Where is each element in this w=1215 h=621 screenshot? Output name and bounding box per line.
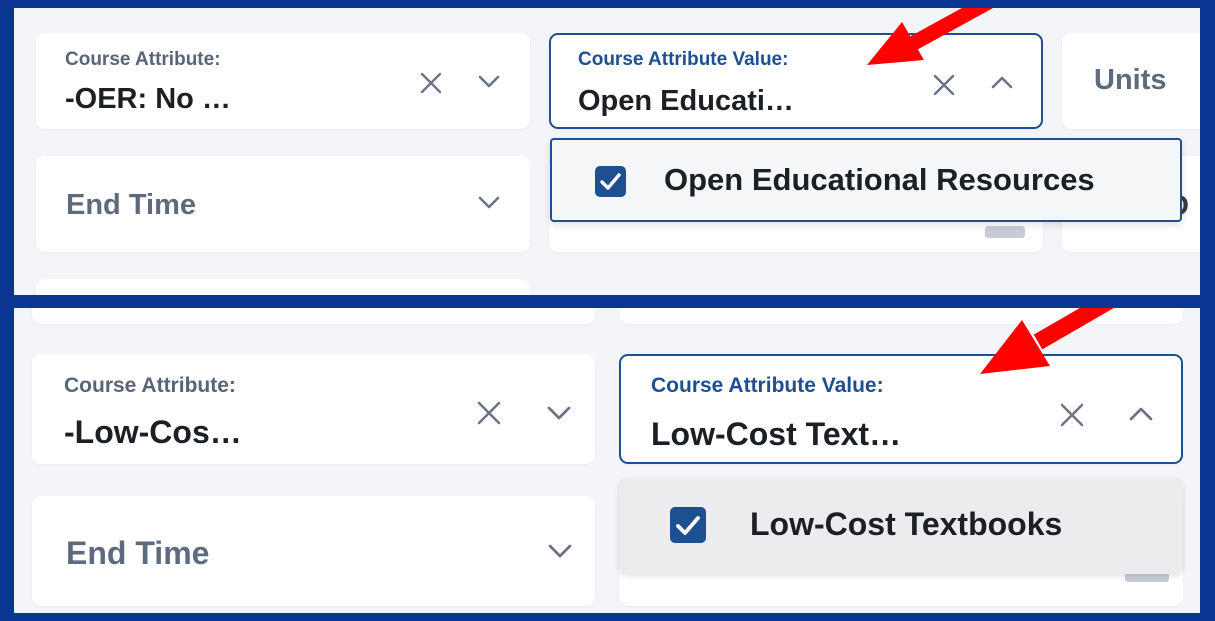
chevron-down-icon[interactable] (478, 75, 500, 89)
bottom-screenshot-panel: Course Attribute: -Low-Cos… Course Attri… (14, 308, 1200, 613)
course-attribute-value: -OER: No … (65, 83, 231, 115)
course-attribute-value-current: Low-Cost Text… (651, 416, 902, 452)
course-attribute-label: Course Attribute: (64, 374, 236, 397)
end-time-select[interactable]: End Time (36, 156, 530, 252)
attribute-value-dropdown: Low-Cost Textbooks (619, 478, 1183, 574)
course-attribute-value-label: Course Attribute Value: (578, 49, 789, 70)
end-time-placeholder: End Time (66, 189, 196, 221)
annotation-arrow (980, 308, 1114, 374)
next-row-card (36, 279, 530, 295)
course-attribute-select[interactable]: Course Attribute: -OER: No … (36, 33, 530, 129)
chevron-down-icon[interactable] (478, 196, 500, 210)
option-open-educational-resources[interactable]: Open Educational Resources (664, 162, 1095, 198)
annotation-arrow (867, 8, 994, 65)
course-attribute-select[interactable]: Course Attribute: -Low-Cos… (32, 354, 595, 464)
course-attribute-value-label: Course Attribute Value: (651, 374, 884, 397)
units-label: Units (1094, 64, 1167, 96)
prev-row-card-left (32, 308, 595, 324)
checkbox-checked-icon[interactable] (595, 166, 626, 197)
chevron-up-icon[interactable] (1129, 406, 1153, 421)
chevron-down-icon[interactable] (547, 406, 571, 421)
top-screenshot-panel: Course Attribute: -OER: No … Course Attr… (14, 8, 1200, 295)
checkbox-checked-icon[interactable] (670, 507, 706, 543)
option-low-cost-textbooks[interactable]: Low-Cost Textbooks (750, 506, 1062, 543)
end-time-placeholder: End Time (66, 535, 210, 571)
clear-icon[interactable] (1059, 402, 1085, 428)
clear-icon[interactable] (476, 400, 502, 426)
course-attribute-value: -Low-Cos… (64, 414, 242, 450)
units-select[interactable]: Units (1062, 33, 1200, 129)
partial-element (985, 226, 1025, 238)
chevron-down-icon[interactable] (548, 544, 572, 559)
attribute-value-dropdown: Open Educational Resources (550, 138, 1182, 222)
end-time-select[interactable]: End Time (32, 496, 595, 606)
course-attribute-label: Course Attribute: (65, 49, 221, 70)
clear-icon[interactable] (419, 71, 443, 95)
course-attribute-value-current: Open Educati… (578, 85, 794, 117)
